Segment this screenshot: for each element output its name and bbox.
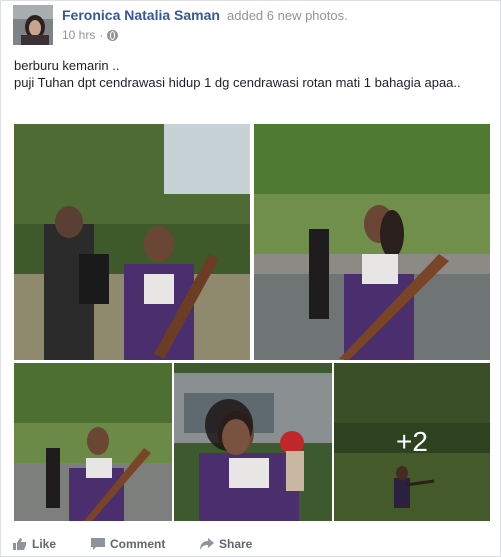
share-label: Share (219, 537, 253, 551)
more-photos-overlay[interactable]: +2 (334, 363, 490, 521)
photo-2[interactable] (254, 124, 490, 360)
post-text-line-1: berburu kemarin .. (14, 58, 120, 73)
post-action-bar: Like Comment Share (1, 533, 500, 555)
post-text: berburu kemarin .. puji Tuhan dpt cendra… (14, 57, 484, 91)
author-name-link[interactable]: Feronica Natalia Saman (62, 7, 220, 23)
meta-separator: · (99, 28, 104, 42)
author-avatar[interactable] (13, 5, 53, 45)
photo-4[interactable] (174, 363, 332, 521)
comment-button[interactable]: Comment (91, 537, 165, 551)
share-button[interactable]: Share (200, 537, 252, 551)
post-meta: 10 hrs · (62, 28, 119, 42)
share-icon (200, 538, 214, 550)
more-photos-count: +2 (396, 426, 428, 457)
thumbs-up-icon (13, 538, 26, 550)
photo-5-more[interactable]: +2 (334, 363, 490, 521)
like-button[interactable]: Like (13, 537, 56, 551)
post-timestamp[interactable]: 10 hrs (62, 28, 95, 42)
globe-icon[interactable] (107, 29, 119, 41)
post-text-line-2: puji Tuhan dpt cendrawasi hidup 1 dg cen… (14, 75, 461, 90)
like-label: Like (32, 537, 57, 551)
feed-post: Feronica Natalia Saman added 6 new photo… (0, 0, 501, 557)
post-action-text: added 6 new photos. (227, 8, 348, 23)
photo-1[interactable] (14, 124, 250, 360)
comment-label: Comment (110, 537, 166, 551)
photo-3[interactable] (14, 363, 172, 521)
comment-icon (91, 538, 105, 550)
